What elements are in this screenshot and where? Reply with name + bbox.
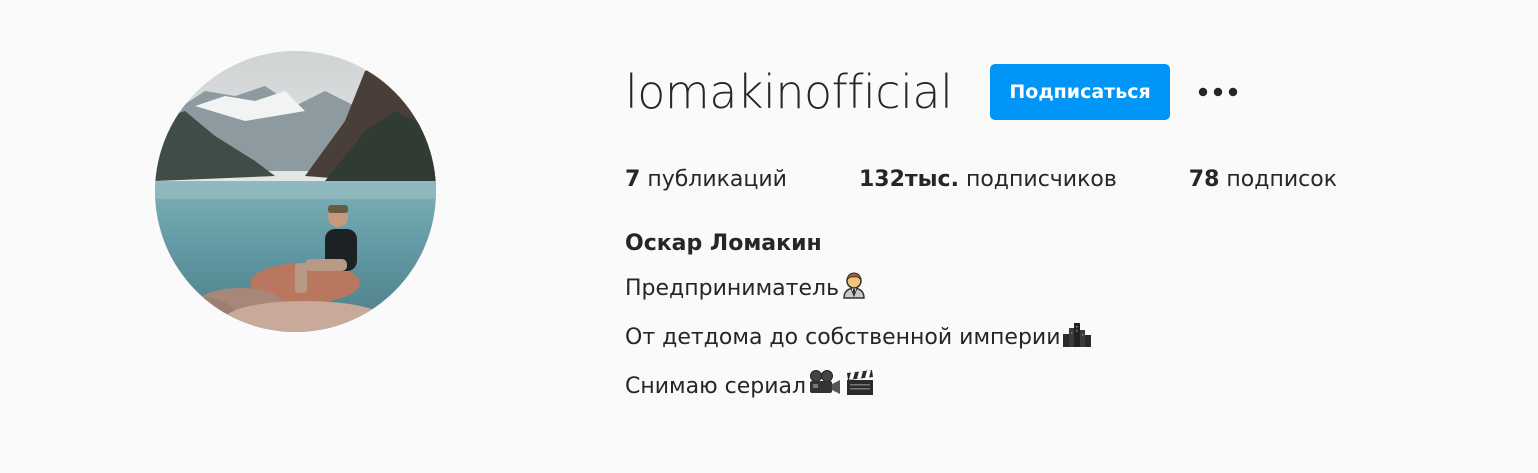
following-label: подписок [1226,167,1338,192]
profile-avatar[interactable] [155,51,436,332]
bio-line-text: Снимаю сериал [625,374,807,399]
username: lomakinofficial [625,65,953,119]
avatar-photo [155,51,436,332]
stat-posts: 7 публикаций [625,162,787,198]
bio-line-text: Предприниматель [625,276,840,301]
follow-button[interactable]: Подписаться [990,64,1170,120]
profile-header: lomakinofficial Подписаться 7 публикаций… [0,0,1538,473]
following-count: 78 [1188,167,1220,192]
bio-line: От детдома до собственной империи [625,315,1505,364]
bio-line-text: От детдома до собственной империи [625,325,1061,350]
man-office-worker-icon [840,270,868,315]
profile-stats: 7 публикаций 132тыс. подписчиков 78 подп… [625,162,1505,198]
bio-line: Снимаю сериал [625,364,1505,413]
posts-count: 7 [625,167,641,192]
posts-label: публикаций [647,167,787,192]
followers-label: подписчиков [965,167,1117,192]
profile-info: lomakinofficial Подписаться 7 публикаций… [625,56,1505,413]
followers-count: 132тыс. [858,167,959,192]
full-name: Оскар Ломакин [625,231,822,256]
title-row: lomakinofficial Подписаться [625,56,1505,128]
stat-followers[interactable]: 132тыс. подписчиков [859,162,1117,198]
more-options-button[interactable] [1196,70,1240,114]
stat-following[interactable]: 78 подписок [1189,162,1337,198]
profile-bio: Оскар Ломакин Предприниматель От детдома… [625,221,1505,413]
movie-camera-icon [807,368,841,413]
bio-line: Предприниматель [625,266,1505,315]
cityscape-icon [1062,319,1092,364]
more-dots-icon [1198,87,1237,97]
clapper-board-icon [845,368,875,413]
